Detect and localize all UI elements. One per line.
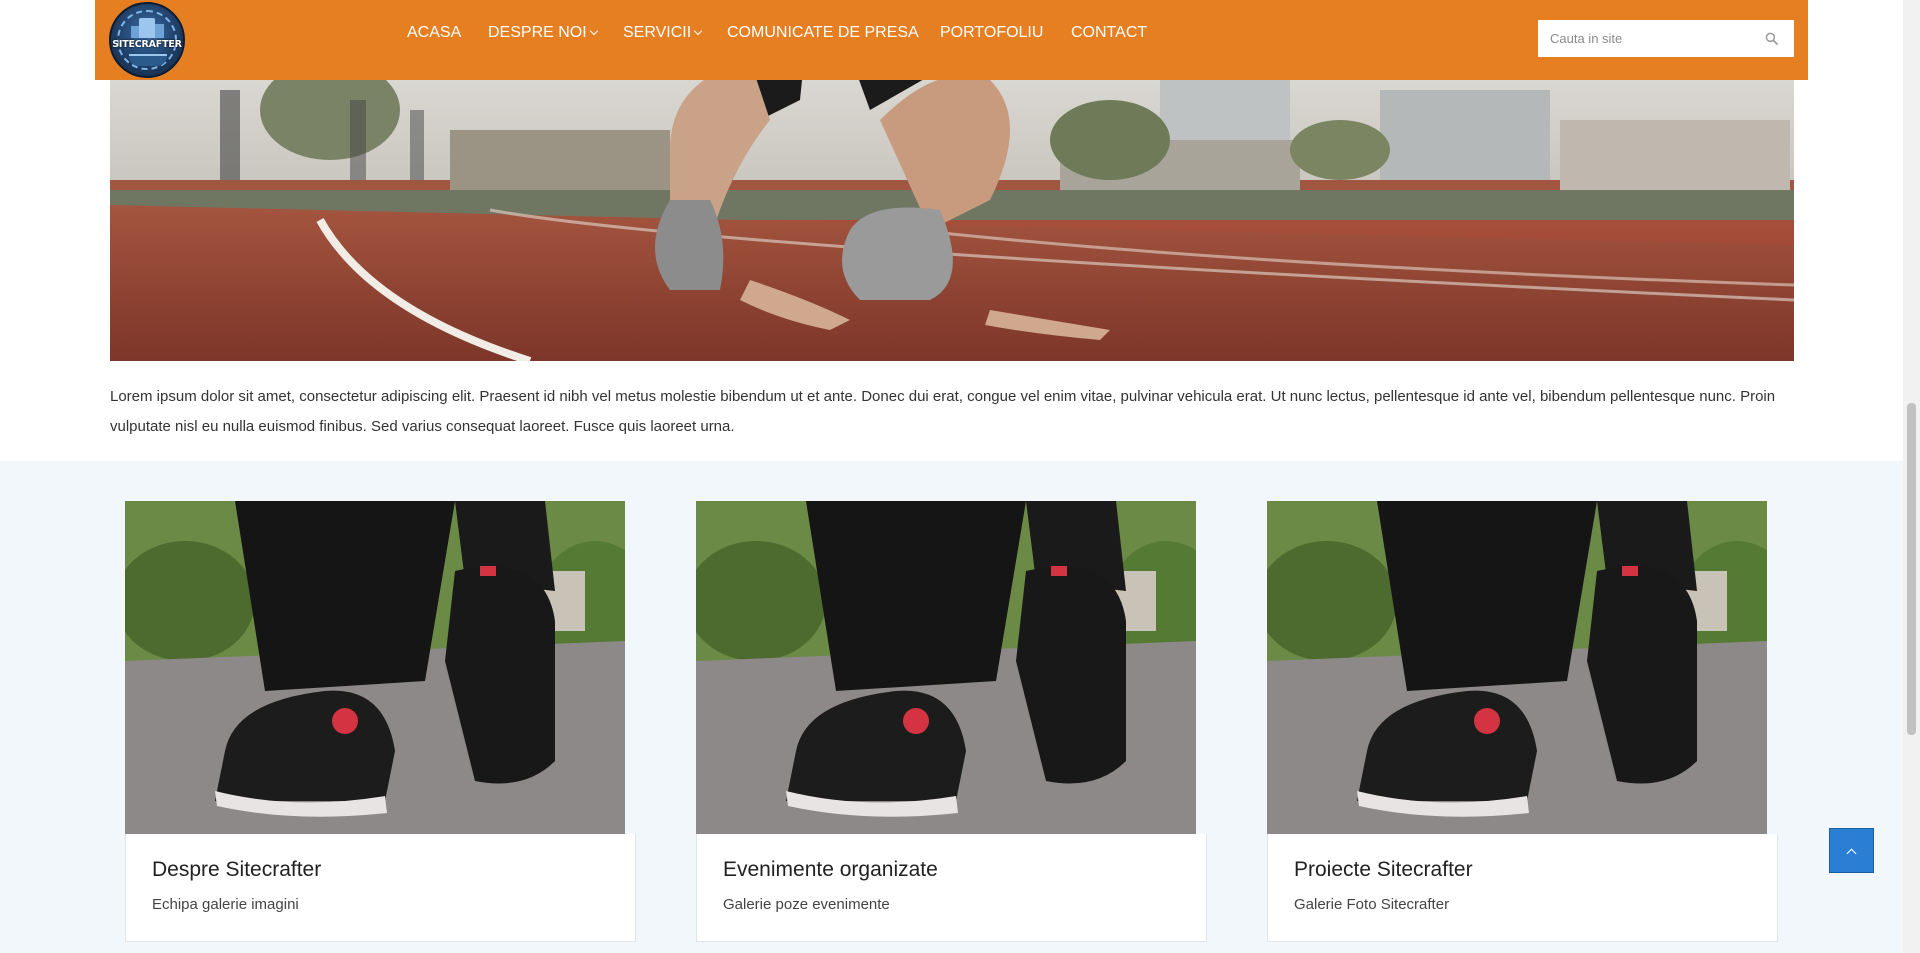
sneakers-photo (1267, 501, 1767, 834)
gallery-card[interactable]: Despre Sitecrafter Echipa galerie imagin… (125, 501, 636, 942)
nav-label: COMUNICATE DE PRESA (727, 24, 919, 41)
chevron-down-icon (589, 26, 598, 36)
card-caption: Despre Sitecrafter Echipa galerie imagin… (125, 834, 636, 942)
card-subtitle: Echipa galerie imagini (152, 896, 299, 913)
card-subtitle: Galerie Foto Sitecrafter (1294, 896, 1450, 913)
gallery-card[interactable]: Proiecte Sitecrafter Galerie Foto Sitecr… (1267, 501, 1778, 942)
gallery-card[interactable]: Evenimente organizate Galerie poze eveni… (696, 501, 1207, 942)
site-header: SITECRAFTER ACASA DESPRE NOI SERVICII CO… (95, 0, 1808, 80)
chevron-up-icon (1846, 848, 1857, 859)
card-image[interactable] (1267, 501, 1767, 834)
card-title[interactable]: Evenimente organizate (723, 858, 938, 882)
back-to-top-button[interactable] (1829, 828, 1874, 873)
scrollbar-thumb[interactable] (1907, 403, 1916, 735)
sneakers-photo (125, 501, 625, 834)
nav-item-servicii[interactable]: SERVICII (623, 24, 703, 42)
nav-item-comunicate-de-presa[interactable]: COMUNICATE DE PRESA (727, 24, 919, 42)
card-title[interactable]: Despre Sitecrafter (152, 858, 321, 882)
intro-paragraph: Lorem ipsum dolor sit amet, consectetur … (110, 388, 1776, 435)
card-subtitle: Galerie poze evenimente (723, 896, 890, 913)
card-title[interactable]: Proiecte Sitecrafter (1294, 858, 1473, 882)
gallery-section: Despre Sitecrafter Echipa galerie imagin… (0, 461, 1903, 953)
nav-label: PORTOFOLIU (940, 24, 1044, 41)
sneakers-photo (696, 501, 1196, 834)
nav-item-portofoliu[interactable]: PORTOFOLIU (940, 24, 1043, 42)
nav-label: CONTACT (1071, 24, 1148, 41)
card-caption: Evenimente organizate Galerie poze eveni… (696, 834, 1207, 942)
search-input[interactable] (1538, 20, 1753, 57)
card-image[interactable] (696, 501, 1196, 834)
chevron-down-icon (693, 26, 703, 36)
card-caption: Proiecte Sitecrafter Galerie Foto Sitecr… (1267, 834, 1778, 942)
search-icon[interactable] (1765, 32, 1778, 45)
nav-item-contact[interactable]: CONTACT (1071, 24, 1147, 42)
nav-label: ACASA (407, 24, 462, 41)
nav-label: SERVICII (623, 24, 692, 41)
nav-item-despre-noi[interactable]: DESPRE NOI (488, 24, 598, 42)
search-box (1538, 20, 1794, 57)
page-scrollbar[interactable] (1903, 0, 1920, 953)
nav-label: DESPRE NOI (488, 24, 587, 41)
card-image[interactable] (125, 501, 625, 834)
nav-item-acasa[interactable]: ACASA (407, 24, 461, 42)
